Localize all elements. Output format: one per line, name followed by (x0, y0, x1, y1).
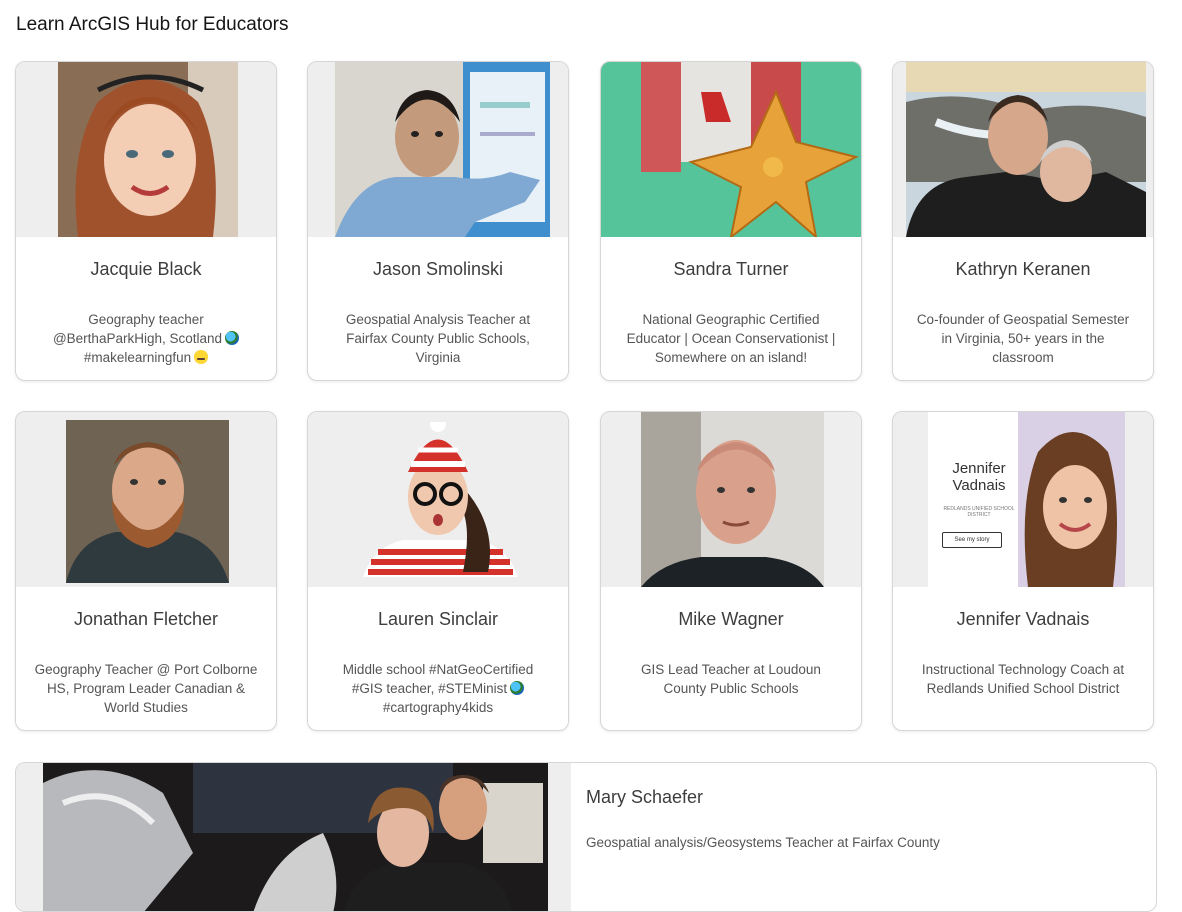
portrait-image (1018, 412, 1125, 587)
educator-name: Lauren Sinclair (377, 609, 499, 629)
educator-bio: Geography Teacher @ Port Colborne HS, Pr… (34, 662, 258, 715)
globe-emoji-icon (225, 331, 240, 345)
photo-see-story-button: See my story (942, 532, 1002, 548)
educator-card-jason-smolinski[interactable]: Jason Smolinski Geospatial Analysis Teac… (307, 61, 569, 381)
educator-name: Jason Smolinski (372, 259, 504, 279)
educator-bio: National Geographic Certified Educator |… (626, 312, 836, 365)
educator-photo (58, 62, 238, 237)
featured-educator-bio: Geospatial analysis/Geosystems Teacher a… (586, 835, 940, 850)
photo-area (308, 62, 568, 237)
photo-caption-district: REDLANDS UNIFIED SCHOOL DISTRICT (943, 506, 1015, 518)
educator-photo: Jennifer Vadnais REDLANDS UNIFIED SCHOOL… (928, 412, 1125, 587)
educator-card-kathryn-keranen[interactable]: Kathryn Keranen Co-founder of Geospatial… (892, 61, 1154, 381)
educator-name: Sandra Turner (673, 259, 789, 279)
grinning-face-emoji-icon (194, 350, 209, 364)
educator-card-jonathan-fletcher[interactable]: Jonathan Fletcher Geography Teacher @ Po… (15, 411, 277, 731)
educator-name: Jacquie Black (90, 259, 202, 279)
photo-area (601, 62, 861, 237)
educator-card-mike-wagner[interactable]: Mike Wagner GIS Lead Teacher at Loudoun … (600, 411, 862, 731)
educator-bio: Instructional Technology Coach at Redlan… (921, 662, 1125, 696)
educator-name: Mike Wagner (678, 609, 784, 629)
educator-photo (335, 62, 550, 237)
educator-name: Kathryn Keranen (955, 259, 1091, 279)
photo-area (16, 62, 276, 237)
educator-photo (601, 62, 861, 237)
photo-area (16, 763, 571, 911)
photo-area: Jennifer Vadnais REDLANDS UNIFIED SCHOOL… (893, 412, 1153, 587)
featured-educator-card[interactable]: Mary Schaefer Geospatial analysis/Geosys… (15, 762, 1157, 912)
educator-name: Jennifer Vadnais (956, 609, 1090, 629)
educator-bio: GIS Lead Teacher at Loudoun County Publi… (641, 662, 821, 696)
educator-bio: Geography teacher @BerthaParkHigh, Scotl… (32, 310, 260, 367)
educator-bio: Co-founder of Geospatial Semester in Vir… (916, 312, 1130, 365)
educator-name: Jonathan Fletcher (73, 609, 219, 629)
educator-photo (363, 422, 518, 577)
educator-photo (66, 420, 229, 583)
educator-bio: Geospatial Analysis Teacher at Fairfax C… (345, 312, 531, 365)
photo-caption-name: Jennifer (952, 460, 1006, 477)
educator-photo (641, 412, 824, 587)
photo-area (893, 62, 1153, 237)
photo-area (16, 412, 276, 587)
educator-photo (906, 62, 1146, 237)
educator-card-jennifer-vadnais[interactable]: Jennifer Vadnais REDLANDS UNIFIED SCHOOL… (892, 411, 1154, 731)
educator-card-jacquie-black[interactable]: Jacquie Black Geography teacher @BerthaP… (15, 61, 277, 381)
educator-card-sandra-turner[interactable]: Sandra Turner National Geographic Certif… (600, 61, 862, 381)
educator-photo (43, 763, 548, 911)
educator-card-lauren-sinclair[interactable]: Lauren Sinclair Middle school #NatGeoCer… (307, 411, 569, 731)
globe-emoji-icon (510, 681, 525, 695)
page-title: Learn ArcGIS Hub for Educators (16, 14, 289, 35)
educator-bio: Middle school #NatGeoCertified #GIS teac… (342, 662, 534, 715)
photo-area (601, 412, 861, 587)
featured-educator-name: Mary Schaefer (586, 787, 704, 807)
photo-area (308, 412, 568, 587)
photo-caption-surname: Vadnais (952, 477, 1006, 494)
